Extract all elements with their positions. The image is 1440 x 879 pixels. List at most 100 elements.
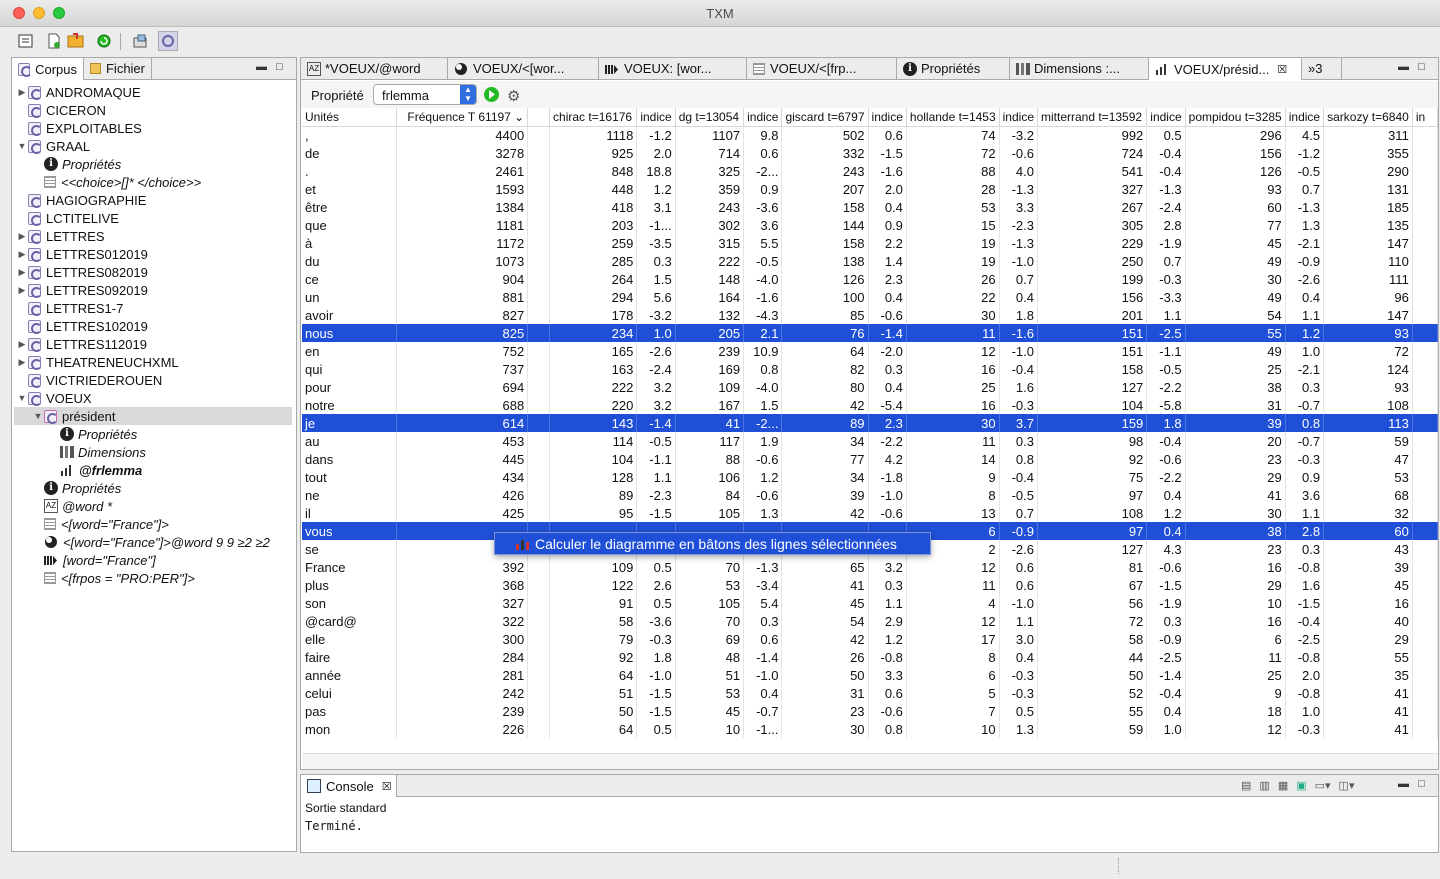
- column-header[interactable]: giscard t=6797: [781, 108, 869, 127]
- table-row[interactable]: que 1181 203 -1... 302 3.6 144 0.9 15 -2.3 305 2.8 7…: [302, 216, 1438, 234]
- table-row[interactable]: un 881 294 5.6 164 -1.6 100 0.4 22 0.4 156 -3.3 49 0.…: [302, 288, 1438, 306]
- editor-tab[interactable]: Dimensions :...: [1010, 58, 1149, 79]
- tree-item[interactable]: ▼ GRAAL: [16, 137, 90, 155]
- editor-tab[interactable]: VOEUX/<[wor...: [448, 58, 599, 79]
- table-row[interactable]: ce 904 264 1.5 148 -4.0 126 2.3 26 0.7 199 -0.3 30 -2…: [302, 270, 1438, 288]
- column-header[interactable]: chirac t=16176: [549, 108, 638, 127]
- table-row[interactable]: en 752 165 -2.6 239 10.9 64 -2.0 12 -1.0 151 -1.1 49…: [302, 342, 1438, 360]
- tree-item[interactable]: ▶ LETTRES092019: [16, 281, 148, 299]
- column-header[interactable]: Unités: [302, 108, 398, 127]
- tree-item[interactable]: ▶ THEATRENEUCHXML: [16, 353, 179, 371]
- tab-corpus[interactable]: Corpus: [12, 58, 84, 80]
- column-header[interactable]: sarkozy t=6840: [1323, 108, 1413, 127]
- tree-item[interactable]: <<choice>[]* </choice>>: [16, 173, 201, 191]
- clear-console-icon[interactable]: ▤: [1241, 779, 1251, 792]
- editor-tab[interactable]: AZ *VOEUX/@word: [301, 58, 448, 79]
- display-console-icon[interactable]: ▭▾: [1315, 779, 1331, 792]
- refresh-icon[interactable]: [94, 31, 114, 51]
- close-icon[interactable]: ☒: [382, 780, 392, 793]
- collapsed-triangle-icon[interactable]: ▶: [16, 285, 28, 296]
- column-header[interactable]: in: [1412, 108, 1438, 127]
- column-header[interactable]: indice: [868, 108, 907, 127]
- collapsed-triangle-icon[interactable]: ▶: [16, 249, 28, 260]
- maximize-icon[interactable]: □: [276, 61, 283, 73]
- tree-item[interactable]: ▶ LETTRES012019: [16, 245, 148, 263]
- expanded-triangle-icon[interactable]: ▼: [16, 141, 28, 151]
- close-icon[interactable]: ☒: [1277, 63, 1287, 76]
- tab-console[interactable]: Console ☒: [301, 775, 397, 797]
- editor-tab[interactable]: VOEUX: [wor...: [599, 58, 747, 79]
- table-row[interactable]: . 2461 848 18.8 325 -2... 243 -1.6 88 4.0 541 -0.4 1…: [302, 162, 1438, 180]
- column-header[interactable]: mitterrand t=13592: [1037, 108, 1148, 127]
- perspective-icon[interactable]: [130, 31, 150, 51]
- tree-item[interactable]: ▶ ANDROMAQUE: [16, 83, 141, 101]
- tab-overflow[interactable]: »3: [1302, 58, 1342, 79]
- console-toggle-icon[interactable]: [16, 31, 36, 51]
- table-row[interactable]: celui 242 51 -1.5 53 0.4 31 0.6 5 -0.3 52 -0.4 9 -0.8…: [302, 684, 1438, 702]
- column-header[interactable]: Fréquence T 61197 ⌄: [396, 108, 529, 127]
- table-row[interactable]: tout 434 128 1.1 106 1.2 34 -1.8 9 -0.4 75 -2.2 29 0.…: [302, 468, 1438, 486]
- table-row[interactable]: pour 694 222 3.2 109 -4.0 80 0.4 25 1.6 127 -2.2 38 0…: [302, 378, 1438, 396]
- table-row[interactable]: et 1593 448 1.2 359 0.9 207 2.0 28 -1.3 327 -1.3 93 0…: [302, 180, 1438, 198]
- table-row[interactable]: qui 737 163 -2.4 169 0.8 82 0.3 16 -0.4 158 -0.5 25-…: [302, 360, 1438, 378]
- table-row[interactable]: , 4400 1118 -1.2 1107 9.8 502 0.6 74 -3.2 992 0.5 29…: [302, 126, 1438, 144]
- column-header[interactable]: indice: [1285, 108, 1325, 127]
- tree-item[interactable]: ▶ LETTRES082019: [16, 263, 148, 281]
- word-wrap-icon[interactable]: ▦: [1278, 779, 1288, 792]
- table-row[interactable]: mon 226 64 0.5 10 -1... 30 0.8 10 1.3 59 1.0 12 -0.3 4…: [302, 720, 1438, 738]
- tree-item[interactable]: i Propriétés: [16, 425, 137, 443]
- new-file-icon[interactable]: [44, 31, 64, 51]
- tree-item[interactable]: CICERON: [16, 101, 106, 119]
- collapsed-triangle-icon[interactable]: ▶: [16, 357, 28, 368]
- table-row[interactable]: pas 239 50 -1.5 45 -0.7 23 -0.6 7 0.5 55 0.4 18 1.0 41: [302, 702, 1438, 720]
- table-row[interactable]: dans 445 104 -1.1 88 -0.6 77 4.2 14 0.8 92 -0.6 23 -0…: [302, 450, 1438, 468]
- maximize-icon[interactable]: □: [1418, 61, 1425, 73]
- table-row[interactable]: année 281 64 -1.0 51 -1.0 50 3.3 6 -0.3 50 -1.4 25 2.…: [302, 666, 1438, 684]
- expanded-triangle-icon[interactable]: ▼: [16, 393, 28, 403]
- minimize-icon[interactable]: ▬: [1398, 61, 1409, 73]
- minimize-icon[interactable]: ▬: [256, 61, 267, 73]
- tree-item[interactable]: ▼ président: [14, 407, 292, 425]
- table-row[interactable]: France 392 109 0.5 70 -1.3 65 3.2 12 0.6 81 -0.6 16-…: [302, 558, 1438, 576]
- tree-item[interactable]: LETTRES1-7: [16, 299, 123, 317]
- context-menu-item[interactable]: Calculer le diagramme en bâtons des lign…: [494, 532, 931, 555]
- tree-item[interactable]: i Propriétés: [16, 479, 121, 497]
- import-corpus-icon[interactable]: [66, 31, 86, 51]
- collapsed-triangle-icon[interactable]: ▶: [16, 267, 28, 278]
- tree-item[interactable]: LCTITELIVE: [16, 209, 119, 227]
- maximize-icon[interactable]: □: [1418, 778, 1425, 790]
- table-row[interactable]: faire 284 92 1.8 48 -1.4 26 -0.8 8 0.4 44 -2.5 11 -0.…: [302, 648, 1438, 666]
- table-row[interactable]: elle 300 79 -0.3 69 0.6 42 1.2 17 3.0 58 -0.9 6 -2.5 2…: [302, 630, 1438, 648]
- gear-icon[interactable]: ⚙: [507, 87, 520, 105]
- tree-item[interactable]: LETTRES102019: [16, 317, 148, 335]
- horizontal-scrollbar[interactable]: [302, 753, 1438, 769]
- tree-item[interactable]: Dimensions: [16, 443, 146, 461]
- table-row[interactable]: je 614 143 -1.4 41 -2... 89 2.3 30 3.7 159 1.8 39 0.8…: [302, 414, 1438, 432]
- tree-item[interactable]: ▶ LETTRES112019: [16, 335, 147, 353]
- table-row[interactable]: du 1073 285 0.3 222 -0.5 138 1.4 19 -1.0 250 0.7 49-…: [302, 252, 1438, 270]
- table-row[interactable]: plus 368 122 2.6 53 -3.4 41 0.3 11 0.6 67 -1.5 29 1.6…: [302, 576, 1438, 594]
- tree-item[interactable]: EXPLOITABLES: [16, 119, 142, 137]
- tree-item[interactable]: ▶ LETTRES: [16, 227, 105, 245]
- column-header[interactable]: pompidou t=3285: [1185, 108, 1286, 127]
- table-row[interactable]: son 327 91 0.5 105 5.4 45 1.1 4 -1.0 56 -1.9 10 -1.5 1…: [302, 594, 1438, 612]
- collapsed-triangle-icon[interactable]: ▶: [16, 87, 28, 98]
- table-row[interactable]: au 453 114 -0.5 117 1.9 34 -2.2 11 0.3 98 -0.4 20 -0.…: [302, 432, 1438, 450]
- column-header[interactable]: indice: [636, 108, 676, 127]
- column-header[interactable]: hollande t=1453: [906, 108, 1000, 127]
- minimize-icon[interactable]: ▬: [1398, 778, 1409, 790]
- tree-item[interactable]: @frlemma: [16, 461, 142, 479]
- table-row[interactable]: @card@ 322 58 -3.6 70 0.3 54 2.9 12 1.1 72 0.3 16 -0.…: [302, 612, 1438, 630]
- collapsed-triangle-icon[interactable]: ▶: [16, 231, 28, 242]
- pin-console-icon[interactable]: ▣: [1296, 779, 1306, 792]
- open-console-icon[interactable]: ◫▾: [1339, 779, 1355, 792]
- editor-tab[interactable]: VOEUX/<[frp...: [747, 58, 897, 79]
- table-row[interactable]: avoir 827 178 -3.2 132 -4.3 85 -0.6 30 1.8 201 1.1 5…: [302, 306, 1438, 324]
- run-icon[interactable]: [484, 87, 499, 102]
- tree-item[interactable]: [word="France"]: [16, 551, 156, 569]
- table-row[interactable]: être 1384 418 3.1 243 -3.6 158 0.4 53 3.3 267 -2.4 6…: [302, 198, 1438, 216]
- editor-tab[interactable]: VOEUX/présid... ☒: [1149, 58, 1302, 80]
- table-row[interactable]: de 3278 925 2.0 714 0.6 332 -1.5 72 -0.6 724 -0.4 15…: [302, 144, 1438, 162]
- txm-perspective-icon[interactable]: [158, 31, 178, 51]
- column-header[interactable]: indice: [1146, 108, 1186, 127]
